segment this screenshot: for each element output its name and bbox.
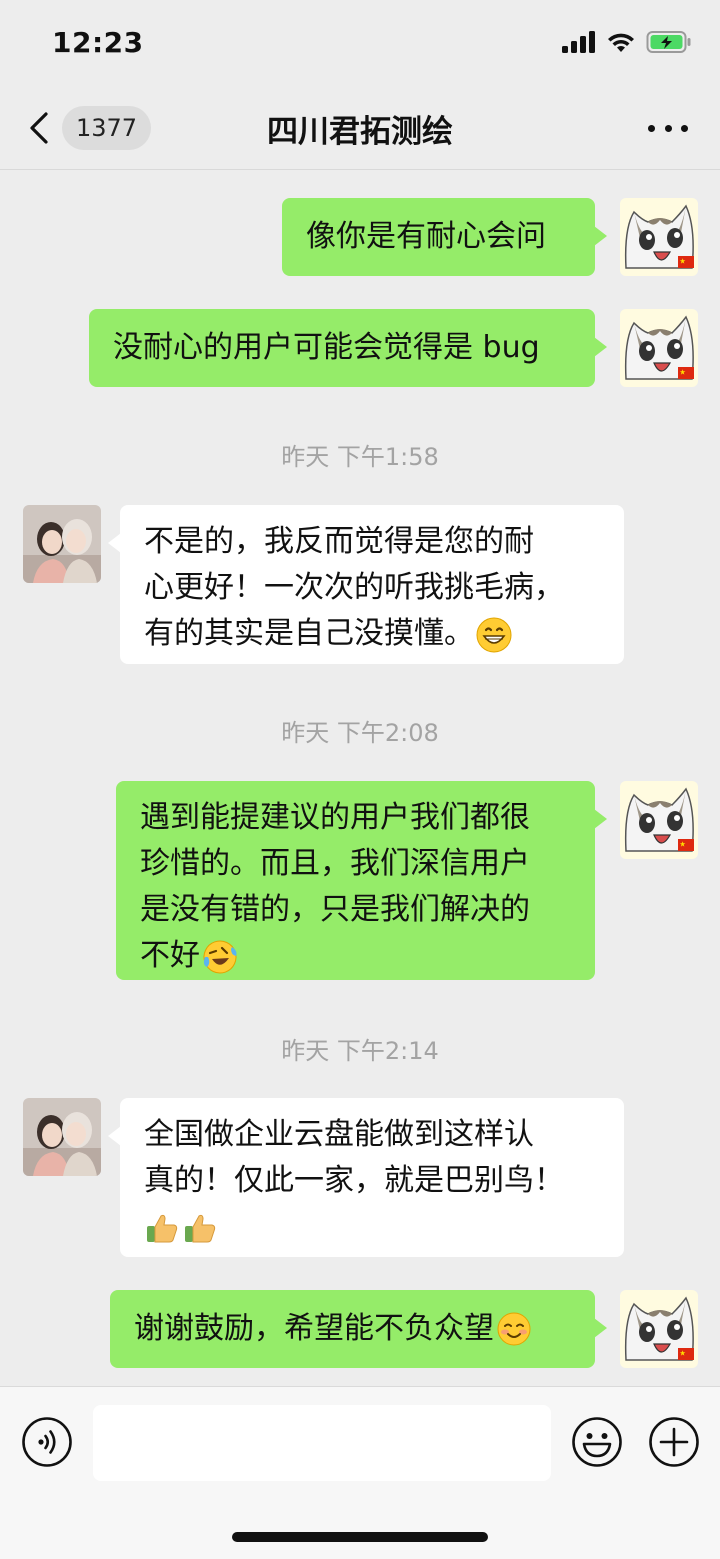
status-bar: 12:23 bbox=[0, 0, 720, 90]
chat-header: 1377 四川君拓测绘 bbox=[0, 90, 720, 170]
status-time: 12:23 bbox=[52, 26, 144, 59]
signal-icon bbox=[562, 31, 595, 53]
contact-message-bubble[interactable]: 不是的，我反而觉得是您的耐 心更好！一次次的听我挑毛病， 有的其实是自己没摸懂。 bbox=[108, 505, 624, 664]
message-line: 遇到能提建议的用户我们都很 bbox=[140, 800, 530, 835]
my-message-bubble[interactable]: 像你是有耐心会问 bbox=[282, 198, 607, 276]
wifi-icon bbox=[608, 33, 634, 52]
more-dot bbox=[681, 124, 688, 132]
voice-input-icon[interactable] bbox=[21, 1416, 73, 1468]
my-avatar[interactable] bbox=[620, 198, 698, 276]
blush-emoji bbox=[497, 1312, 531, 1346]
home-indicator[interactable] bbox=[232, 1532, 488, 1542]
contact-message-bubble[interactable]: 全国做企业云盘能做到这样认 真的！仅此一家，就是巴别鸟！ bbox=[108, 1098, 624, 1257]
plus-icon[interactable] bbox=[648, 1416, 700, 1468]
unread-count-badge[interactable]: 1377 bbox=[62, 106, 152, 150]
chat-messages[interactable]: 像你是有耐心会问 没耐心的用户可能会觉得是 bug 昨天 下午1:58 不是的，… bbox=[0, 171, 720, 1385]
more-dot bbox=[664, 124, 672, 132]
message-text: 谢谢鼓励，希望能不负众望 bbox=[134, 1311, 494, 1346]
contact-avatar[interactable] bbox=[23, 1098, 101, 1176]
thumbs-up-emoji bbox=[147, 1214, 178, 1242]
status-icons bbox=[562, 30, 692, 54]
message-text: 像你是有耐心会问 bbox=[306, 219, 546, 254]
message-line: 是没有错的，只是我们解决的 bbox=[140, 892, 530, 927]
my-avatar[interactable] bbox=[620, 309, 698, 387]
message-line: 全国做企业云盘能做到这样认 bbox=[144, 1117, 534, 1152]
back-button[interactable] bbox=[26, 106, 62, 150]
message-timestamp: 昨天 下午2:08 bbox=[281, 719, 439, 747]
message-text: 不好 bbox=[140, 938, 200, 973]
my-message-bubble[interactable]: 没耐心的用户可能会觉得是 bug bbox=[89, 309, 607, 387]
my-avatar[interactable] bbox=[620, 781, 698, 859]
battery-charging-icon bbox=[646, 31, 691, 53]
more-options-button[interactable] bbox=[648, 110, 688, 146]
more-dot bbox=[648, 124, 655, 132]
emoji-picker-icon[interactable] bbox=[571, 1416, 623, 1468]
my-message-bubble[interactable]: 遇到能提建议的用户我们都很 珍惜的。而且，我们深信用户 是没有错的，只是我们解决… bbox=[116, 781, 607, 980]
message-text: 有的其实是自己没摸懂。 bbox=[144, 616, 474, 651]
message-text: 没耐心的用户可能会觉得是 bug bbox=[113, 330, 540, 365]
message-line: 真的！仅此一家，就是巴别鸟！ bbox=[144, 1163, 564, 1198]
my-avatar[interactable] bbox=[620, 1290, 698, 1368]
grinning-emoji bbox=[476, 617, 512, 652]
message-timestamp: 昨天 下午2:14 bbox=[281, 1037, 439, 1065]
message-line: 心更好！一次次的听我挑毛病， bbox=[144, 570, 564, 605]
message-line: 珍惜的。而且，我们深信用户 bbox=[140, 846, 530, 881]
message-input[interactable] bbox=[93, 1405, 551, 1481]
message-line: 不好 bbox=[140, 933, 571, 979]
rolling-tears-emoji bbox=[203, 940, 237, 973]
my-message-bubble[interactable]: 谢谢鼓励，希望能不负众望 bbox=[110, 1290, 607, 1368]
contact-avatar[interactable] bbox=[23, 505, 101, 583]
message-line: 不是的，我反而觉得是您的耐 bbox=[144, 524, 534, 559]
message-line bbox=[144, 1204, 600, 1250]
thumbs-up-emoji bbox=[185, 1214, 216, 1242]
message-line: 有的其实是自己没摸懂。 bbox=[144, 611, 600, 657]
chevron-left-icon bbox=[30, 112, 48, 144]
message-timestamp: 昨天 下午1:58 bbox=[281, 443, 439, 471]
